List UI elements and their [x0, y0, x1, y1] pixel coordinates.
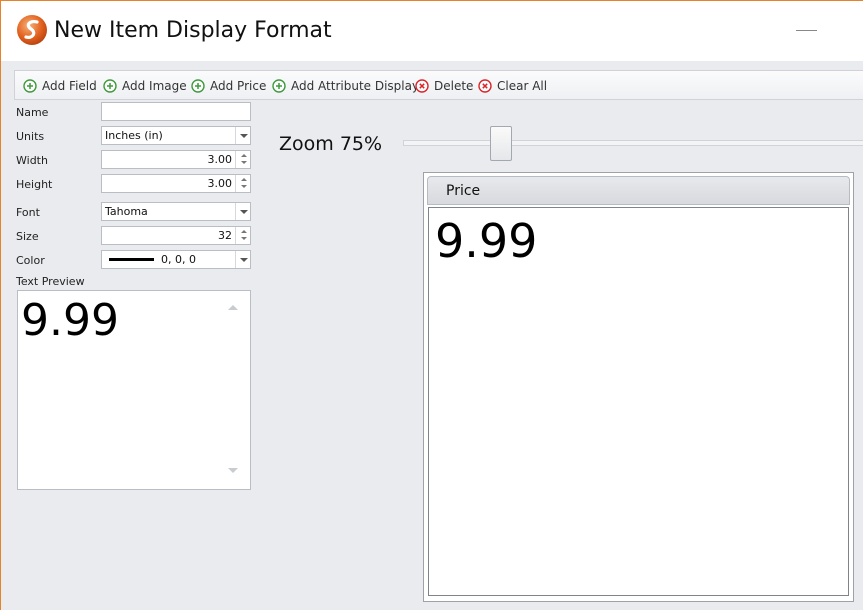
zoom-label: Zoom 75%	[279, 133, 383, 155]
add-attribute-display-button[interactable]: Add Attribute Display	[272, 77, 419, 95]
plus-circle-icon	[23, 79, 37, 93]
price-value: 9.99	[435, 214, 538, 268]
height-value: 3.00	[207, 177, 233, 190]
price-field-header[interactable]: Price	[427, 176, 850, 205]
add-attribute-display-label: Add Attribute Display	[291, 79, 420, 93]
units-label: Units	[16, 130, 45, 143]
color-value: 0, 0, 0	[161, 253, 196, 266]
zoom-slider-track[interactable]	[403, 140, 863, 146]
x-circle-icon	[478, 79, 492, 93]
height-spinner[interactable]: 3.00	[101, 174, 251, 193]
plus-circle-icon	[272, 79, 286, 93]
delete-label: Delete	[434, 79, 474, 93]
dialog-window: New Item Display Format Add Field Add Im…	[0, 0, 863, 610]
width-value: 3.00	[207, 153, 233, 166]
add-field-label: Add Field	[42, 79, 97, 93]
clear-all-button[interactable]: Clear All	[478, 77, 547, 95]
clear-all-label: Clear All	[497, 79, 548, 93]
add-image-button[interactable]: Add Image	[103, 77, 187, 95]
chevron-down-icon[interactable]	[235, 251, 250, 268]
size-label: Size	[16, 230, 39, 243]
color-picker[interactable]: 0, 0, 0	[101, 250, 251, 269]
units-value: Inches (in)	[105, 129, 163, 142]
scroll-up-icon[interactable]	[228, 305, 238, 310]
units-select[interactable]: Inches (in)	[101, 126, 251, 145]
price-field-title: Price	[446, 183, 481, 199]
scroll-down-icon[interactable]	[228, 468, 238, 473]
delete-button[interactable]: Delete	[415, 77, 473, 95]
color-label: Color	[16, 254, 45, 267]
spin-arrows-icon[interactable]	[235, 175, 250, 192]
font-label: Font	[16, 206, 40, 219]
color-swatch	[109, 258, 154, 261]
design-canvas: Price 9.99	[423, 172, 854, 602]
app-logo-icon	[17, 15, 47, 45]
title-bar: New Item Display Format	[1, 1, 863, 61]
chevron-down-icon[interactable]	[235, 203, 250, 220]
add-image-label: Add Image	[122, 79, 187, 93]
add-price-label: Add Price	[210, 79, 267, 93]
font-select[interactable]: Tahoma	[101, 202, 251, 221]
size-value: 32	[218, 229, 232, 242]
text-preview-area[interactable]: 9.99	[17, 290, 251, 490]
text-preview-label: Text Preview	[16, 275, 85, 288]
x-circle-icon	[415, 79, 429, 93]
plus-circle-icon	[103, 79, 117, 93]
name-label: Name	[16, 106, 49, 119]
zoom-slider-thumb[interactable]	[490, 126, 512, 161]
font-value: Tahoma	[105, 205, 148, 218]
plus-circle-icon	[191, 79, 205, 93]
height-label: Height	[16, 178, 53, 191]
add-price-button[interactable]: Add Price	[191, 77, 266, 95]
name-input[interactable]	[101, 102, 251, 121]
price-field-body[interactable]: 9.99	[428, 207, 849, 596]
chevron-down-icon[interactable]	[235, 127, 250, 144]
toolbar: Add Field Add Image Add Price Add Attrib…	[14, 70, 863, 100]
size-spinner[interactable]: 32	[101, 226, 251, 245]
spin-arrows-icon[interactable]	[235, 151, 250, 168]
add-field-button[interactable]: Add Field	[23, 77, 97, 95]
window-title: New Item Display Format	[54, 18, 332, 43]
width-label: Width	[16, 154, 48, 167]
vertical-scrollbar[interactable]	[217, 291, 250, 489]
width-spinner[interactable]: 3.00	[101, 150, 251, 169]
spin-arrows-icon[interactable]	[235, 227, 250, 244]
minimize-button[interactable]	[794, 21, 820, 41]
text-preview-value: 9.99	[21, 295, 119, 346]
